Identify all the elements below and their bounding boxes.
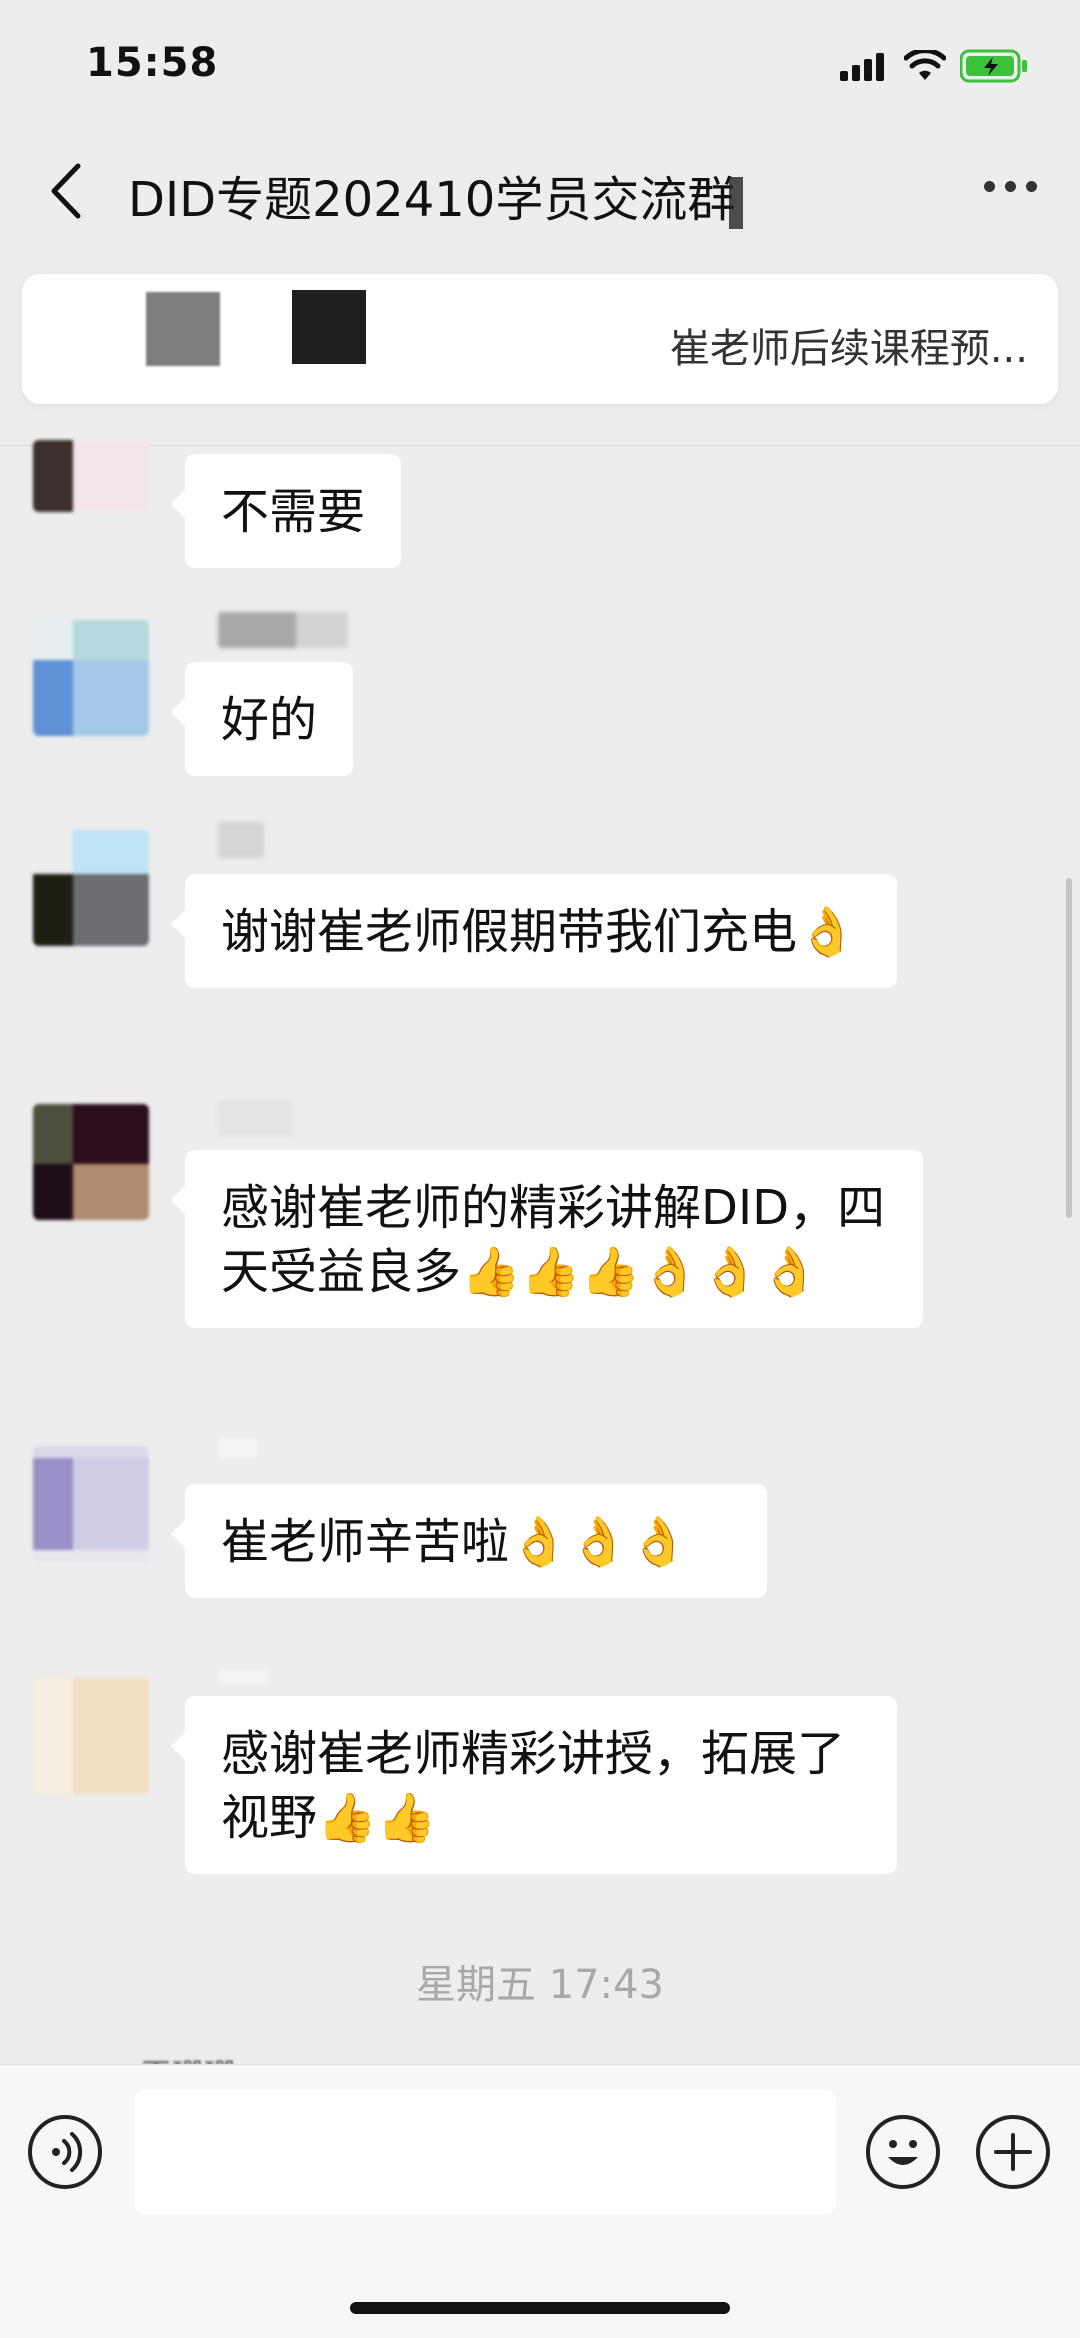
nav-bar: DID专题202410学员交流群 [0,130,1080,250]
pinned-blurred-avatar [292,290,366,364]
message-timestamp: 星期五 17:43 [416,1962,664,2008]
signal-icon [840,53,884,81]
sender-name [218,1438,258,1458]
message-bubble[interactable]: 好的 [170,662,354,776]
message-bubble[interactable]: 不需要 [170,454,402,568]
pinned-announcement[interactable]: 崔老师后续课程预... [22,274,1058,404]
sender-name [218,822,264,858]
voice-icon-glyph [52,2132,83,2172]
chevron-left-icon[interactable] [38,156,98,226]
home-indicator [350,2302,730,2314]
sender-name [218,1670,268,1684]
avatar[interactable] [33,620,149,736]
title-redaction [729,177,744,229]
status-bar: 15:58 [0,0,1080,130]
plus-icon-glyph [994,2133,1032,2171]
plus-icon[interactable] [976,2115,1050,2189]
wifi-icon [904,50,946,80]
divider [0,445,1080,446]
chat-title: DID专题202410学员交流群 [128,160,744,230]
dot [984,180,995,192]
dot [1026,180,1037,192]
avatar[interactable] [33,1446,149,1562]
status-time: 15:58 [86,40,219,86]
emoji-icon[interactable] [866,2115,940,2189]
input-bar [0,2064,1080,2338]
avatar[interactable] [33,440,149,512]
sender-name [218,1100,292,1136]
sender-name [218,612,348,648]
voice-icon[interactable] [28,2115,102,2189]
avatar[interactable] [33,1104,149,1220]
pinned-blurred-avatar [146,292,220,366]
message-bubble[interactable]: 感谢崔老师的精彩讲解DID，四天受益良多👍👍👍👌👌👌 [171,1150,923,1328]
more-dots-icon[interactable] [984,174,1044,198]
emoji-icon-glyph [888,2140,918,2165]
message-input[interactable] [134,2089,836,2215]
message-bubble[interactable]: 感谢崔老师精彩讲授，拓展了视野👍👍 [171,1696,897,1874]
message-bubble[interactable]: 崔老师辛苦啦👌👌👌 [171,1484,767,1598]
scrollbar[interactable] [1066,878,1072,1218]
battery-charging-icon [960,49,1027,83]
avatar[interactable] [33,830,149,946]
status-icons [840,46,1028,86]
message-bubble[interactable]: 谢谢崔老师假期带我们充电👌 [171,874,897,988]
chat-title-text: DID专题202410学员交流群 [128,172,736,228]
dot [1005,180,1016,192]
pinned-text: 崔老师后续课程预... [669,326,1028,372]
avatar[interactable] [33,1678,149,1794]
